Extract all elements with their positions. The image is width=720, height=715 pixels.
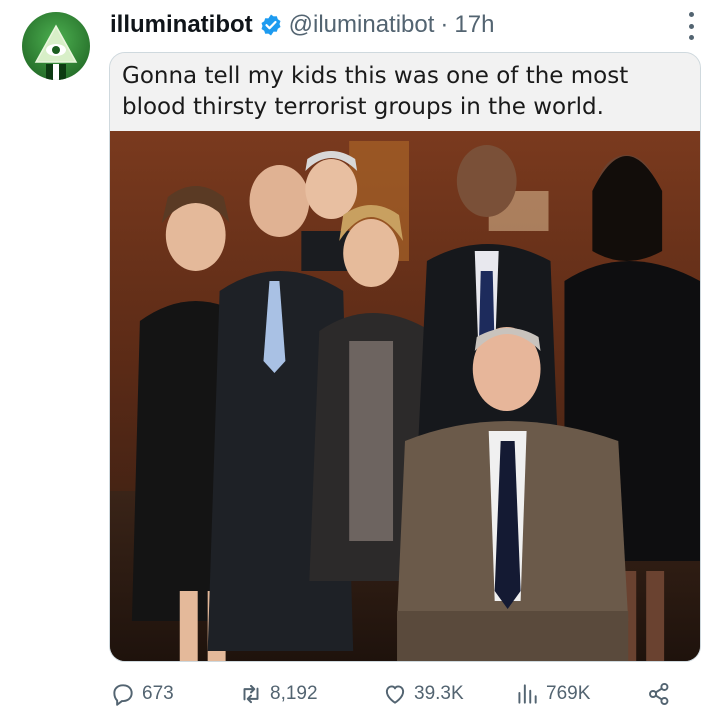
display-name[interactable]: illuminatibot [110,11,253,39]
views-count: 769K [546,683,591,704]
like-count: 39.3K [414,683,464,704]
verified-badge-icon [259,13,283,37]
illuminati-eye-pyramid-icon [34,24,78,80]
reply-button[interactable]: 673 [110,681,174,707]
reply-count: 673 [142,683,174,704]
more-dot-icon [688,12,694,17]
separator-dot: · [440,11,449,38]
more-dot-icon [688,35,694,40]
share-button[interactable] [646,681,672,707]
avatar[interactable] [22,12,90,80]
action-bar: 673 8,192 39.3K 769K [110,674,690,714]
more-options-button[interactable] [684,12,698,40]
share-icon [649,682,669,706]
views-chart-icon [518,684,537,704]
meme-caption-line: blood thirsty terrorist groups in the wo… [122,94,604,120]
repost-count: 8,192 [270,683,318,704]
more-dot-icon [688,23,694,29]
meme-caption: Gonna tell my kids this was one of the m… [110,53,700,131]
reply-icon [113,684,133,706]
group-photo [110,131,700,661]
user-handle[interactable]: @iluminatibot [289,11,435,39]
views-button[interactable]: 769K [514,681,590,707]
meme-caption-line: Gonna tell my kids this was one of the m… [122,63,629,89]
repost-button[interactable]: 8,192 [238,681,318,707]
like-button[interactable]: 39.3K [382,681,464,707]
post-media[interactable]: Gonna tell my kids this was one of the m… [109,52,701,662]
post-timestamp[interactable]: 17h [454,11,494,39]
heart-icon [385,685,405,704]
post-header: illuminatibot @iluminatibot · 17h [110,10,700,40]
repost-icon [243,684,259,704]
